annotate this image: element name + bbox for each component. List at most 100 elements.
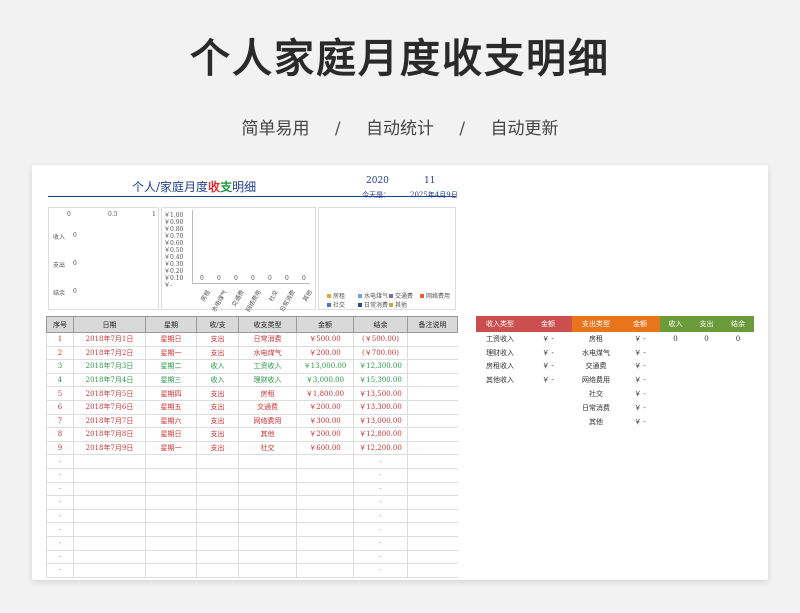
table-cell[interactable] — [407, 346, 458, 361]
table-cell[interactable]: 2018年7月5日 — [73, 386, 146, 401]
table-cell[interactable]: - — [46, 536, 74, 551]
table-cell[interactable] — [407, 495, 458, 510]
table-cell[interactable]: 其他 — [238, 427, 297, 442]
table-cell[interactable]: 2018年7月1日 — [73, 332, 146, 347]
table-cell[interactable] — [73, 522, 146, 537]
table-cell[interactable] — [407, 441, 458, 456]
summary-cell[interactable]: 房租 — [572, 332, 620, 346]
table-cell[interactable] — [407, 332, 458, 347]
table-cell[interactable] — [296, 550, 354, 565]
table-cell[interactable] — [407, 373, 458, 388]
table-row[interactable]: 2 2018年7月2日 星期一 支出 水电煤气 ￥200.00 (￥700.00) — [46, 346, 458, 361]
table-row[interactable]: 9 2018年7月9日 星期一 支出 社交 ￥600.00 ￥12,200.00 — [46, 441, 458, 456]
table-cell[interactable]: - — [353, 563, 408, 578]
table-cell[interactable]: 5 — [46, 386, 74, 401]
table-cell[interactable]: 房租 — [238, 386, 297, 401]
table-cell[interactable]: 2 — [46, 346, 74, 361]
summary-cell[interactable] — [722, 415, 754, 429]
table-cell[interactable]: 2018年7月8日 — [73, 427, 146, 442]
table-cell[interactable]: ￥12,200.00 — [353, 441, 408, 456]
table-cell[interactable]: 日常消费 — [238, 332, 297, 347]
table-cell[interactable] — [196, 563, 239, 578]
table-cell[interactable]: 收入 — [196, 373, 239, 388]
table-cell[interactable]: - — [353, 454, 408, 469]
table-cell[interactable] — [296, 454, 354, 469]
table-row[interactable]: -- — [46, 536, 458, 551]
table-cell[interactable] — [145, 522, 197, 537]
table-cell[interactable]: 星期二 — [145, 359, 197, 374]
table-cell[interactable]: 2018年7月4日 — [73, 373, 146, 388]
table-cell[interactable]: 收入 — [196, 359, 239, 374]
table-cell[interactable] — [196, 550, 239, 565]
summary-cell[interactable] — [660, 373, 691, 387]
table-cell[interactable] — [196, 468, 239, 483]
table-cell[interactable]: - — [46, 563, 74, 578]
table-cell[interactable]: - — [46, 509, 74, 524]
summary-cell[interactable]: 日常消费 — [572, 401, 620, 415]
table-row[interactable]: -- — [46, 563, 458, 578]
summary-cell[interactable]: ￥ - — [620, 401, 660, 415]
table-cell[interactable] — [73, 509, 146, 524]
table-cell[interactable]: - — [46, 522, 74, 537]
summary-cell[interactable] — [691, 373, 722, 387]
table-cell[interactable]: 支出 — [196, 332, 239, 347]
table-cell[interactable]: 水电煤气 — [238, 346, 297, 361]
table-cell[interactable] — [196, 482, 239, 497]
table-cell[interactable] — [238, 522, 297, 537]
summary-cell[interactable] — [660, 401, 691, 415]
summary-cell[interactable] — [660, 415, 691, 429]
summary-cell[interactable]: ￥ - — [620, 346, 660, 360]
table-row[interactable]: 5 2018年7月5日 星期四 支出 房租 ￥1,800.00 ￥13,500.00 — [46, 386, 458, 401]
summary-cell[interactable] — [660, 360, 691, 374]
table-cell[interactable]: 星期四 — [145, 386, 197, 401]
table-cell[interactable]: 星期一 — [145, 346, 197, 361]
table-cell[interactable]: ￥13,000.00 — [296, 359, 354, 374]
summary-cell[interactable] — [722, 373, 754, 387]
table-cell[interactable] — [238, 536, 297, 551]
table-cell[interactable]: - — [353, 536, 408, 551]
table-row[interactable]: 3 2018年7月3日 星期二 收入 工资收入 ￥13,000.00 ￥12,300.00 — [46, 359, 458, 374]
summary-cell[interactable]: ￥ - — [524, 332, 572, 346]
table-cell[interactable] — [407, 563, 458, 578]
table-cell[interactable]: 支出 — [196, 400, 239, 415]
summary-cell[interactable] — [691, 346, 722, 360]
table-cell[interactable]: 2018年7月9日 — [73, 441, 146, 456]
table-cell[interactable] — [238, 563, 297, 578]
summary-cell[interactable]: 房租收入 — [476, 360, 524, 374]
table-cell[interactable]: 9 — [46, 441, 74, 456]
summary-cell[interactable]: ￥ - — [524, 346, 572, 360]
table-row[interactable]: -- — [46, 468, 458, 483]
summary-cell[interactable] — [476, 401, 524, 415]
table-cell[interactable] — [407, 454, 458, 469]
summary-cell[interactable]: ￥ - — [524, 360, 572, 374]
table-cell[interactable] — [238, 495, 297, 510]
table-cell[interactable]: (￥500.00) — [353, 332, 408, 347]
summary-cell[interactable] — [691, 387, 722, 401]
table-cell[interactable]: 2018年7月6日 — [73, 400, 146, 415]
summary-cell[interactable]: 社交 — [572, 387, 620, 401]
summary-cell[interactable]: 网络费用 — [572, 373, 620, 387]
table-cell[interactable]: - — [353, 482, 408, 497]
table-cell[interactable]: 8 — [46, 427, 74, 442]
table-cell[interactable] — [407, 482, 458, 497]
table-cell[interactable] — [296, 536, 354, 551]
table-cell[interactable]: (￥700.00) — [353, 346, 408, 361]
summary-cell[interactable] — [722, 346, 754, 360]
table-cell[interactable] — [196, 536, 239, 551]
table-cell[interactable]: 支出 — [196, 346, 239, 361]
table-cell[interactable]: ￥13,500.00 — [353, 386, 408, 401]
summary-cell[interactable] — [524, 415, 572, 429]
table-cell[interactable] — [407, 468, 458, 483]
table-cell[interactable]: ￥500.00 — [296, 332, 354, 347]
table-cell[interactable] — [196, 454, 239, 469]
table-cell[interactable] — [145, 482, 197, 497]
table-cell[interactable]: 7 — [46, 414, 74, 429]
table-cell[interactable] — [407, 386, 458, 401]
table-row[interactable]: -- — [46, 550, 458, 565]
summary-cell[interactable]: ￥ - — [620, 415, 660, 429]
summary-cell[interactable] — [660, 346, 691, 360]
table-cell[interactable]: 3 — [46, 359, 74, 374]
table-cell[interactable]: - — [353, 468, 408, 483]
table-cell[interactable] — [296, 522, 354, 537]
table-cell[interactable]: 工资收入 — [238, 359, 297, 374]
